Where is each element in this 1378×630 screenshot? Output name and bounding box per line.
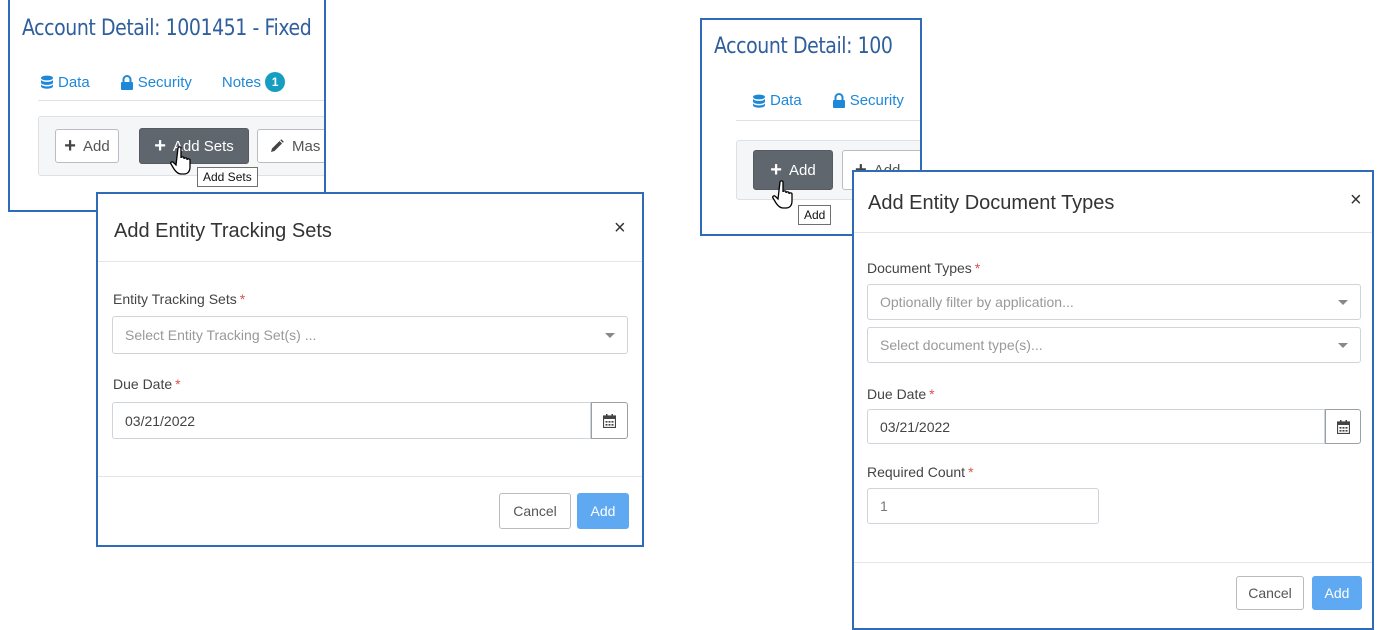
hand-cursor-icon	[772, 180, 793, 209]
chevron-down-icon	[605, 333, 615, 338]
tab-data[interactable]: Data	[752, 92, 802, 109]
required-count-label-text: Required Count	[867, 464, 966, 480]
pencil-icon	[271, 139, 284, 152]
document-type-placeholder: Select document type(s)...	[880, 337, 1043, 353]
chevron-down-icon	[1338, 343, 1348, 348]
required-marker: *	[974, 260, 981, 276]
left-account-panel: Account Detail: 1001451 - Fixed Data Sec…	[8, 0, 326, 212]
add-submit-button[interactable]: Add	[577, 493, 629, 529]
hand-cursor-icon	[170, 146, 191, 175]
tooltip: Add	[798, 205, 832, 225]
modal-title: Add Entity Document Types	[868, 192, 1115, 214]
add-button[interactable]: + Add	[55, 129, 119, 163]
modal-header-divider	[98, 261, 642, 262]
modal-footer-divider	[98, 476, 642, 477]
cancel-button[interactable]: Cancel	[1236, 576, 1304, 610]
due-date-label: Due Date *	[113, 376, 181, 392]
tracking-sets-label: Entity Tracking Sets *	[113, 291, 245, 307]
required-count-label: Required Count *	[867, 464, 974, 480]
due-date-input[interactable]: 03/21/2022	[867, 409, 1325, 444]
application-filter-select[interactable]: Optionally filter by application...	[867, 284, 1361, 320]
plus-icon: +	[64, 135, 76, 157]
tab-security-label: Security	[137, 73, 192, 91]
calendar-icon	[1336, 419, 1350, 434]
due-date-label: Due Date *	[867, 386, 935, 402]
modal-title: Add Entity Tracking Sets	[114, 220, 332, 242]
notes-count-badge: 1	[265, 72, 286, 92]
tab-data-label: Data	[770, 92, 802, 109]
tab-bar: Data Security Notes 1	[40, 72, 315, 92]
modal-footer-divider	[854, 562, 1372, 563]
required-marker: *	[239, 291, 246, 307]
tab-notes-label: Notes	[221, 73, 262, 91]
tab-security-label: Security	[849, 92, 904, 109]
database-icon	[41, 75, 53, 89]
page-title: Account Detail: 1001451 - Fixed	[22, 16, 312, 41]
database-icon	[753, 94, 765, 108]
required-marker: *	[175, 376, 181, 392]
add-tracking-sets-modal: Add Entity Tracking Sets × Entity Tracki…	[96, 192, 644, 547]
lock-icon	[832, 93, 845, 108]
mass-edit-button-label: Mas	[292, 137, 321, 155]
plus-icon: +	[154, 135, 166, 157]
due-date-input[interactable]: 03/21/2022	[112, 402, 591, 439]
add-button-label: Add	[82, 137, 110, 155]
tooltip: Add Sets	[197, 167, 258, 187]
tab-divider	[736, 120, 920, 121]
document-type-select[interactable]: Select document type(s)...	[867, 327, 1361, 363]
document-types-label: Document Types *	[867, 260, 980, 276]
required-marker: *	[929, 386, 935, 402]
tracking-sets-placeholder: Select Entity Tracking Set(s) ...	[125, 327, 317, 343]
chevron-down-icon	[1338, 300, 1348, 305]
tracking-sets-select[interactable]: Select Entity Tracking Set(s) ...	[112, 316, 628, 354]
plus-icon: +	[770, 159, 782, 181]
page-title: Account Detail: 100	[714, 34, 893, 59]
calendar-button[interactable]	[591, 402, 628, 439]
cancel-button[interactable]: Cancel	[499, 493, 571, 529]
due-date-label-text: Due Date	[113, 376, 173, 392]
required-marker: *	[968, 464, 974, 480]
mass-edit-button[interactable]: Mas	[257, 129, 324, 163]
tab-bar: Data Security	[752, 92, 920, 109]
tab-security[interactable]: Security	[120, 74, 192, 91]
calendar-button[interactable]	[1325, 409, 1361, 444]
add-document-types-modal: Add Entity Document Types × Document Typ…	[852, 170, 1374, 630]
close-icon[interactable]: ×	[614, 218, 626, 238]
calendar-icon	[603, 413, 616, 428]
due-date-label-text: Due Date	[867, 386, 927, 402]
tab-data-label: Data	[58, 73, 90, 91]
required-count-input[interactable]: 1	[867, 488, 1099, 524]
add-submit-button[interactable]: Add	[1312, 576, 1362, 610]
tab-notes[interactable]: Notes 1	[221, 72, 286, 92]
tab-data[interactable]: Data	[40, 74, 90, 91]
close-icon[interactable]: ×	[1350, 190, 1362, 210]
tab-security[interactable]: Security	[832, 92, 904, 109]
tab-divider	[38, 100, 324, 101]
add-button-label: Add	[788, 161, 816, 179]
application-filter-placeholder: Optionally filter by application...	[880, 294, 1074, 310]
modal-header-divider	[854, 232, 1372, 233]
tracking-sets-label-text: Entity Tracking Sets	[113, 291, 237, 307]
lock-icon	[120, 74, 133, 90]
document-types-label-text: Document Types	[867, 260, 972, 276]
